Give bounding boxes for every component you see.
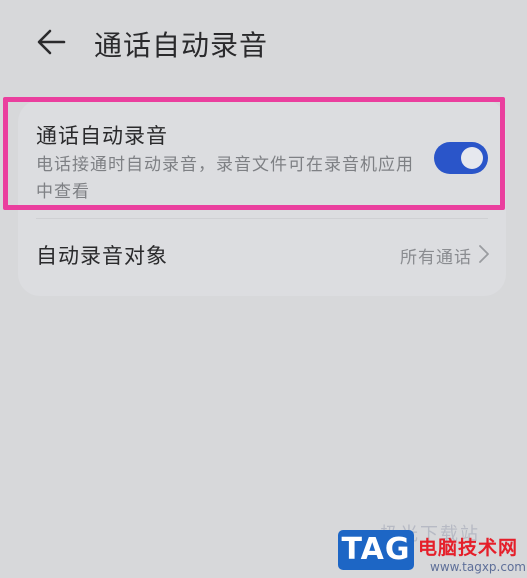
- record-target-row[interactable]: 自动录音对象 所有通话: [18, 226, 506, 284]
- screen: 通话自动录音 通话自动录音 电话接通时自动录音，录音文件可在录音机应用中查看 自…: [0, 0, 527, 578]
- header: 通话自动录音: [0, 0, 527, 86]
- arrow-left-icon: [37, 29, 66, 55]
- auto-record-row: 通话自动录音 电话接通时自动录音，录音文件可在录音机应用中查看: [18, 100, 506, 216]
- divider: [36, 218, 488, 219]
- auto-record-title: 通话自动录音: [36, 124, 168, 148]
- auto-record-description: 电话接通时自动录音，录音文件可在录音机应用中查看: [36, 155, 414, 202]
- watermark-tag-badge: TAG: [338, 530, 414, 570]
- record-target-label: 自动录音对象: [36, 244, 168, 268]
- toggle-knob: [461, 147, 483, 169]
- page-title: 通话自动录音: [94, 29, 269, 62]
- settings-card: 通话自动录音 电话接通时自动录音，录音文件可在录音机应用中查看 自动录音对象 所…: [18, 100, 506, 296]
- record-target-value: 所有通话: [400, 248, 472, 268]
- auto-record-toggle[interactable]: [434, 142, 488, 174]
- watermark-site-name: 电脑技术网: [418, 537, 519, 559]
- chevron-right-icon: [478, 244, 490, 264]
- back-button[interactable]: [32, 22, 72, 62]
- watermark-url: www.tagxp.com: [430, 560, 526, 574]
